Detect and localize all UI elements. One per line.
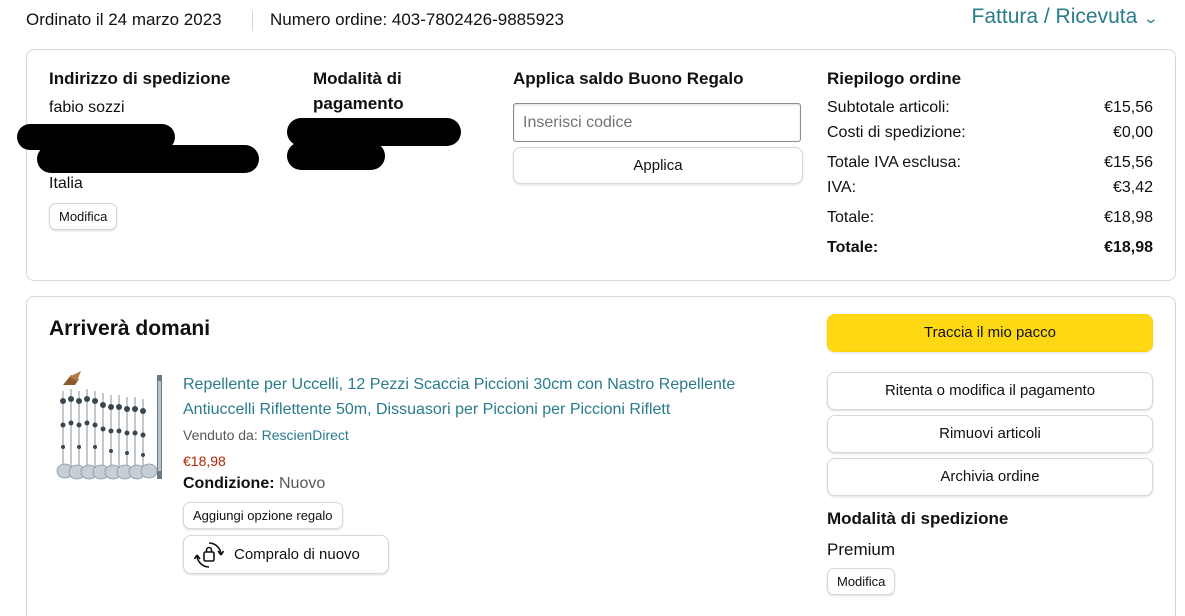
- invoice-dropdown[interactable]: Fattura / Ricevuta ⌄: [971, 5, 1160, 29]
- order-header: Ordinato il 24 marzo 2023 Numero ordine:…: [0, 0, 1185, 42]
- archive-order-button[interactable]: Archivia ordine: [827, 458, 1153, 496]
- condition-value: Nuovo: [279, 475, 326, 492]
- redacted-payment-line-2: [287, 142, 385, 170]
- summary-row-net-total: Totale IVA esclusa: €15,56: [827, 154, 1153, 172]
- summary-row-total: Totale: €18,98: [827, 209, 1153, 227]
- condition-label: Condizione:: [183, 475, 275, 492]
- delivery-status-title: Arriverà domani: [49, 317, 211, 340]
- buy-again-label: Compralo di nuovo: [234, 546, 360, 563]
- summary-value: €15,56: [1104, 99, 1153, 116]
- shipping-method-value: Premium: [827, 540, 896, 559]
- invoice-link-label: Fattura / Ricevuta: [971, 5, 1138, 28]
- summary-row-grand-total: Totale: €18,98: [827, 239, 1153, 257]
- order-date: Ordinato il 24 marzo 2023: [26, 10, 222, 29]
- shipping-address-title: Indirizzo di spedizione: [49, 69, 231, 88]
- buy-again-icon: [194, 541, 224, 568]
- summary-value: €15,56: [1104, 154, 1153, 171]
- summary-label: Totale:: [827, 209, 875, 226]
- summary-row-vat: IVA: €3,42: [827, 179, 1153, 197]
- country: Italia: [49, 175, 83, 192]
- retry-payment-button[interactable]: Ritenta o modifica il pagamento: [827, 372, 1153, 410]
- summary-row-shipping: Costi di spedizione: €0,00: [827, 124, 1153, 142]
- recipient-name: fabio sozzi: [49, 99, 125, 116]
- order-details-card: Indirizzo di spedizione fabio sozzi Ital…: [17, 49, 1176, 281]
- chevron-down-icon: ⌄: [1142, 9, 1160, 26]
- shipping-method-title: Modalità di spedizione: [827, 509, 1009, 528]
- product-condition: Condizione: Nuovo: [183, 475, 325, 493]
- product-price: €18,98: [183, 453, 226, 469]
- seller-link[interactable]: RescienDirect: [262, 427, 349, 443]
- summary-label: Totale:: [827, 239, 879, 256]
- product-image[interactable]: [55, 371, 167, 485]
- summary-label: Totale IVA esclusa:: [827, 154, 961, 171]
- track-package-button[interactable]: Traccia il mio pacco: [827, 314, 1153, 352]
- shipment-card: Arriverà domani Repellente per Uccelli, …: [26, 296, 1176, 616]
- payment-method-title: Modalità di pagamento: [313, 69, 404, 113]
- summary-value: €18,98: [1104, 239, 1153, 256]
- summary-value: €0,00: [1112, 124, 1153, 141]
- add-gift-option-button[interactable]: Aggiungi opzione regalo: [183, 502, 343, 529]
- order-number: Numero ordine: 403-7802426-9885923: [270, 10, 564, 29]
- gift-card-title: Applica saldo Buono Regalo: [513, 69, 744, 88]
- summary-label: IVA:: [827, 179, 857, 196]
- apply-gift-button[interactable]: Applica: [513, 147, 803, 184]
- gift-code-input[interactable]: [513, 103, 801, 142]
- summary-label: Costi di spedizione:: [827, 124, 966, 141]
- header-divider: [252, 11, 253, 31]
- buy-again-button[interactable]: Compralo di nuovo: [183, 535, 389, 574]
- edit-shipping-method-button[interactable]: Modifica: [827, 568, 896, 595]
- edit-address-button[interactable]: Modifica: [49, 203, 118, 230]
- remove-items-button[interactable]: Rimuovi articoli: [827, 415, 1153, 453]
- summary-value: €3,42: [1112, 179, 1153, 196]
- product-title-link[interactable]: Repellente per Uccelli, 12 Pezzi Scaccia…: [183, 372, 803, 422]
- summary-row-subtotal: Subtotale articoli: €15,56: [827, 99, 1153, 117]
- redacted-address-line-2: [37, 145, 259, 173]
- sold-by: Venduto da: RescienDirect: [183, 427, 349, 443]
- order-summary-title: Riepilogo ordine: [827, 69, 962, 88]
- sold-by-label: Venduto da:: [183, 427, 258, 443]
- summary-value: €18,98: [1104, 209, 1153, 226]
- summary-label: Subtotale articoli:: [827, 99, 950, 116]
